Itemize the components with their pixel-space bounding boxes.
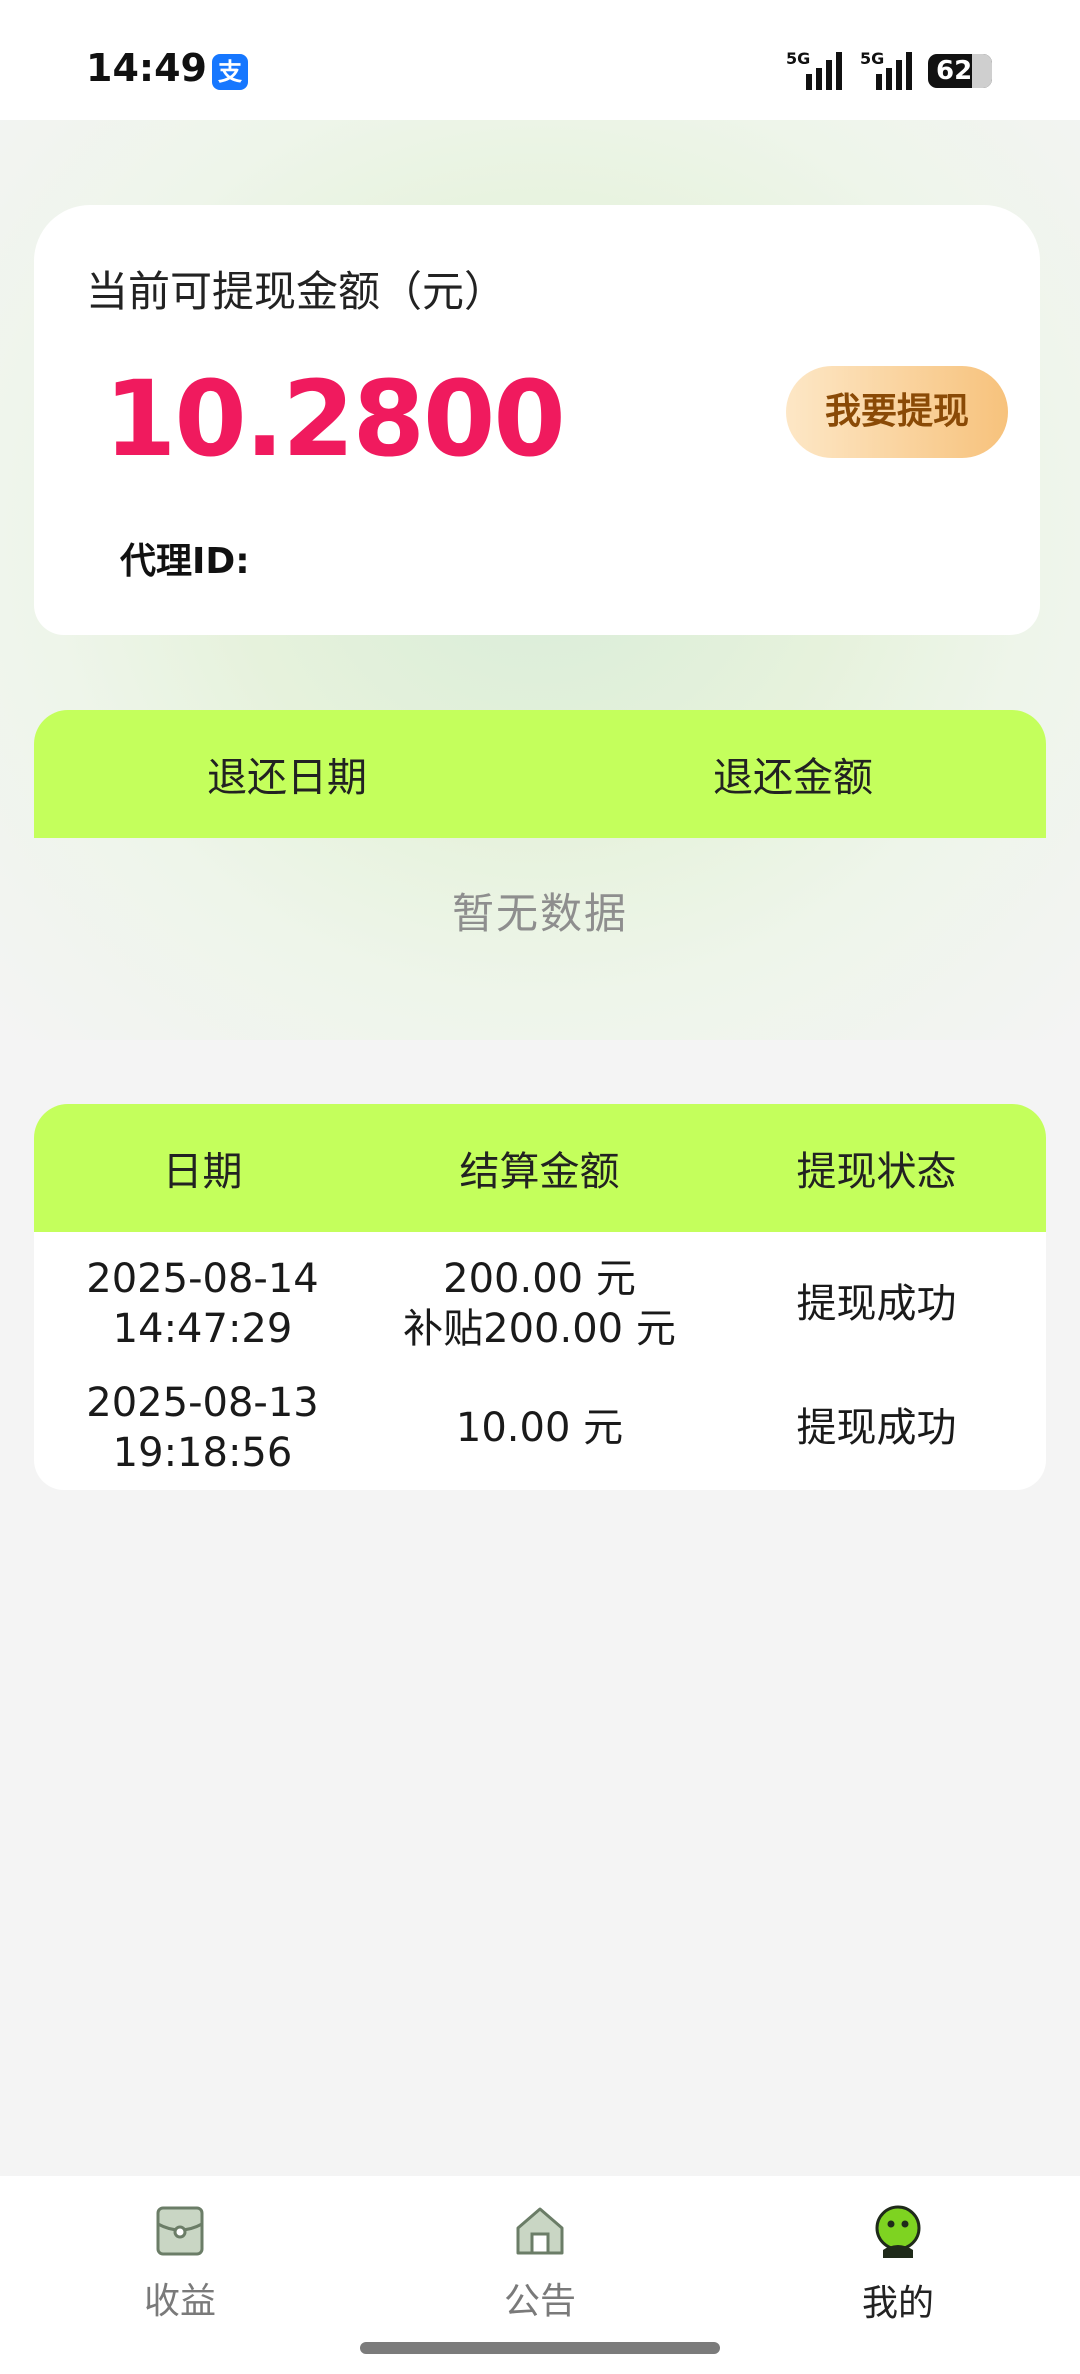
settlement-table-body: 2025-08-14 14:47:29 200.00 元 补贴200.00 元 …: [34, 1232, 1046, 1490]
row-amount: 10.00 元: [455, 1405, 624, 1451]
settlement-amount-header: 结算金额: [459, 1149, 620, 1195]
date-header: 日期: [162, 1149, 243, 1195]
status-bar: 14:49 支 5G 5G 62: [0, 0, 1080, 120]
signal-5g-label: 5G: [786, 49, 810, 68]
row-time: 19:18:56: [112, 1430, 293, 1476]
row-status: 提现成功: [796, 1281, 957, 1327]
tab-mine-label: 我的: [861, 2283, 934, 2324]
row-subsidy: 补贴200.00 元: [403, 1306, 676, 1352]
balance-label: 当前可提现金额（元）: [86, 267, 507, 316]
tab-income-label: 收益: [143, 2281, 216, 2322]
row-amount: 200.00 元: [443, 1256, 636, 1302]
alipay-icon: 支: [212, 54, 248, 90]
row-date-cell: 2025-08-14 14:47:29: [34, 1254, 371, 1354]
withdraw-button[interactable]: 我要提现: [786, 366, 1008, 458]
refund-empty-text: 暂无数据: [451, 889, 628, 938]
tab-notice[interactable]: 公告: [450, 2204, 630, 2324]
row-status: 提现成功: [796, 1405, 957, 1451]
wallet-icon: [156, 2206, 204, 2256]
row-amount-cell: 200.00 元 补贴200.00 元: [371, 1254, 708, 1354]
battery-level: 62: [936, 56, 973, 86]
agent-id-label: 代理ID:: [120, 541, 250, 582]
settlement-table-header: 日期 结算金额 提现状态: [34, 1104, 1046, 1232]
user-icon: [875, 2205, 921, 2258]
signal-5g-label-2: 5G: [860, 49, 884, 68]
tab-notice-label: 公告: [503, 2281, 576, 2322]
table-row: 2025-08-14 14:47:29 200.00 元 补贴200.00 元 …: [34, 1248, 1046, 1360]
battery-icon: 62: [928, 54, 992, 88]
tab-income[interactable]: 收益: [90, 2204, 270, 2324]
cellular-signal-icon: 5G: [786, 49, 842, 90]
home-icon: [516, 2207, 564, 2255]
home-indicator[interactable]: [360, 2342, 720, 2354]
tab-mine[interactable]: 我的: [808, 2204, 988, 2326]
cellular-signal-2-icon: 5G: [860, 49, 912, 90]
table-row: 2025-08-13 19:18:56 10.00 元 提现成功: [34, 1372, 1046, 1484]
row-date-cell: 2025-08-13 19:18:56: [34, 1378, 371, 1478]
refund-date-header: 退还日期: [207, 755, 367, 801]
status-time: 14:49: [86, 46, 207, 90]
row-date: 2025-08-14: [86, 1256, 319, 1302]
withdraw-status-header: 提现状态: [796, 1149, 957, 1195]
row-time: 14:47:29: [112, 1306, 293, 1352]
refund-table-header: 退还日期 退还金额: [34, 710, 1046, 838]
refund-amount-header: 退还金额: [713, 755, 873, 801]
row-date: 2025-08-13: [86, 1380, 319, 1426]
balance-amount: 10.2800: [104, 358, 566, 480]
